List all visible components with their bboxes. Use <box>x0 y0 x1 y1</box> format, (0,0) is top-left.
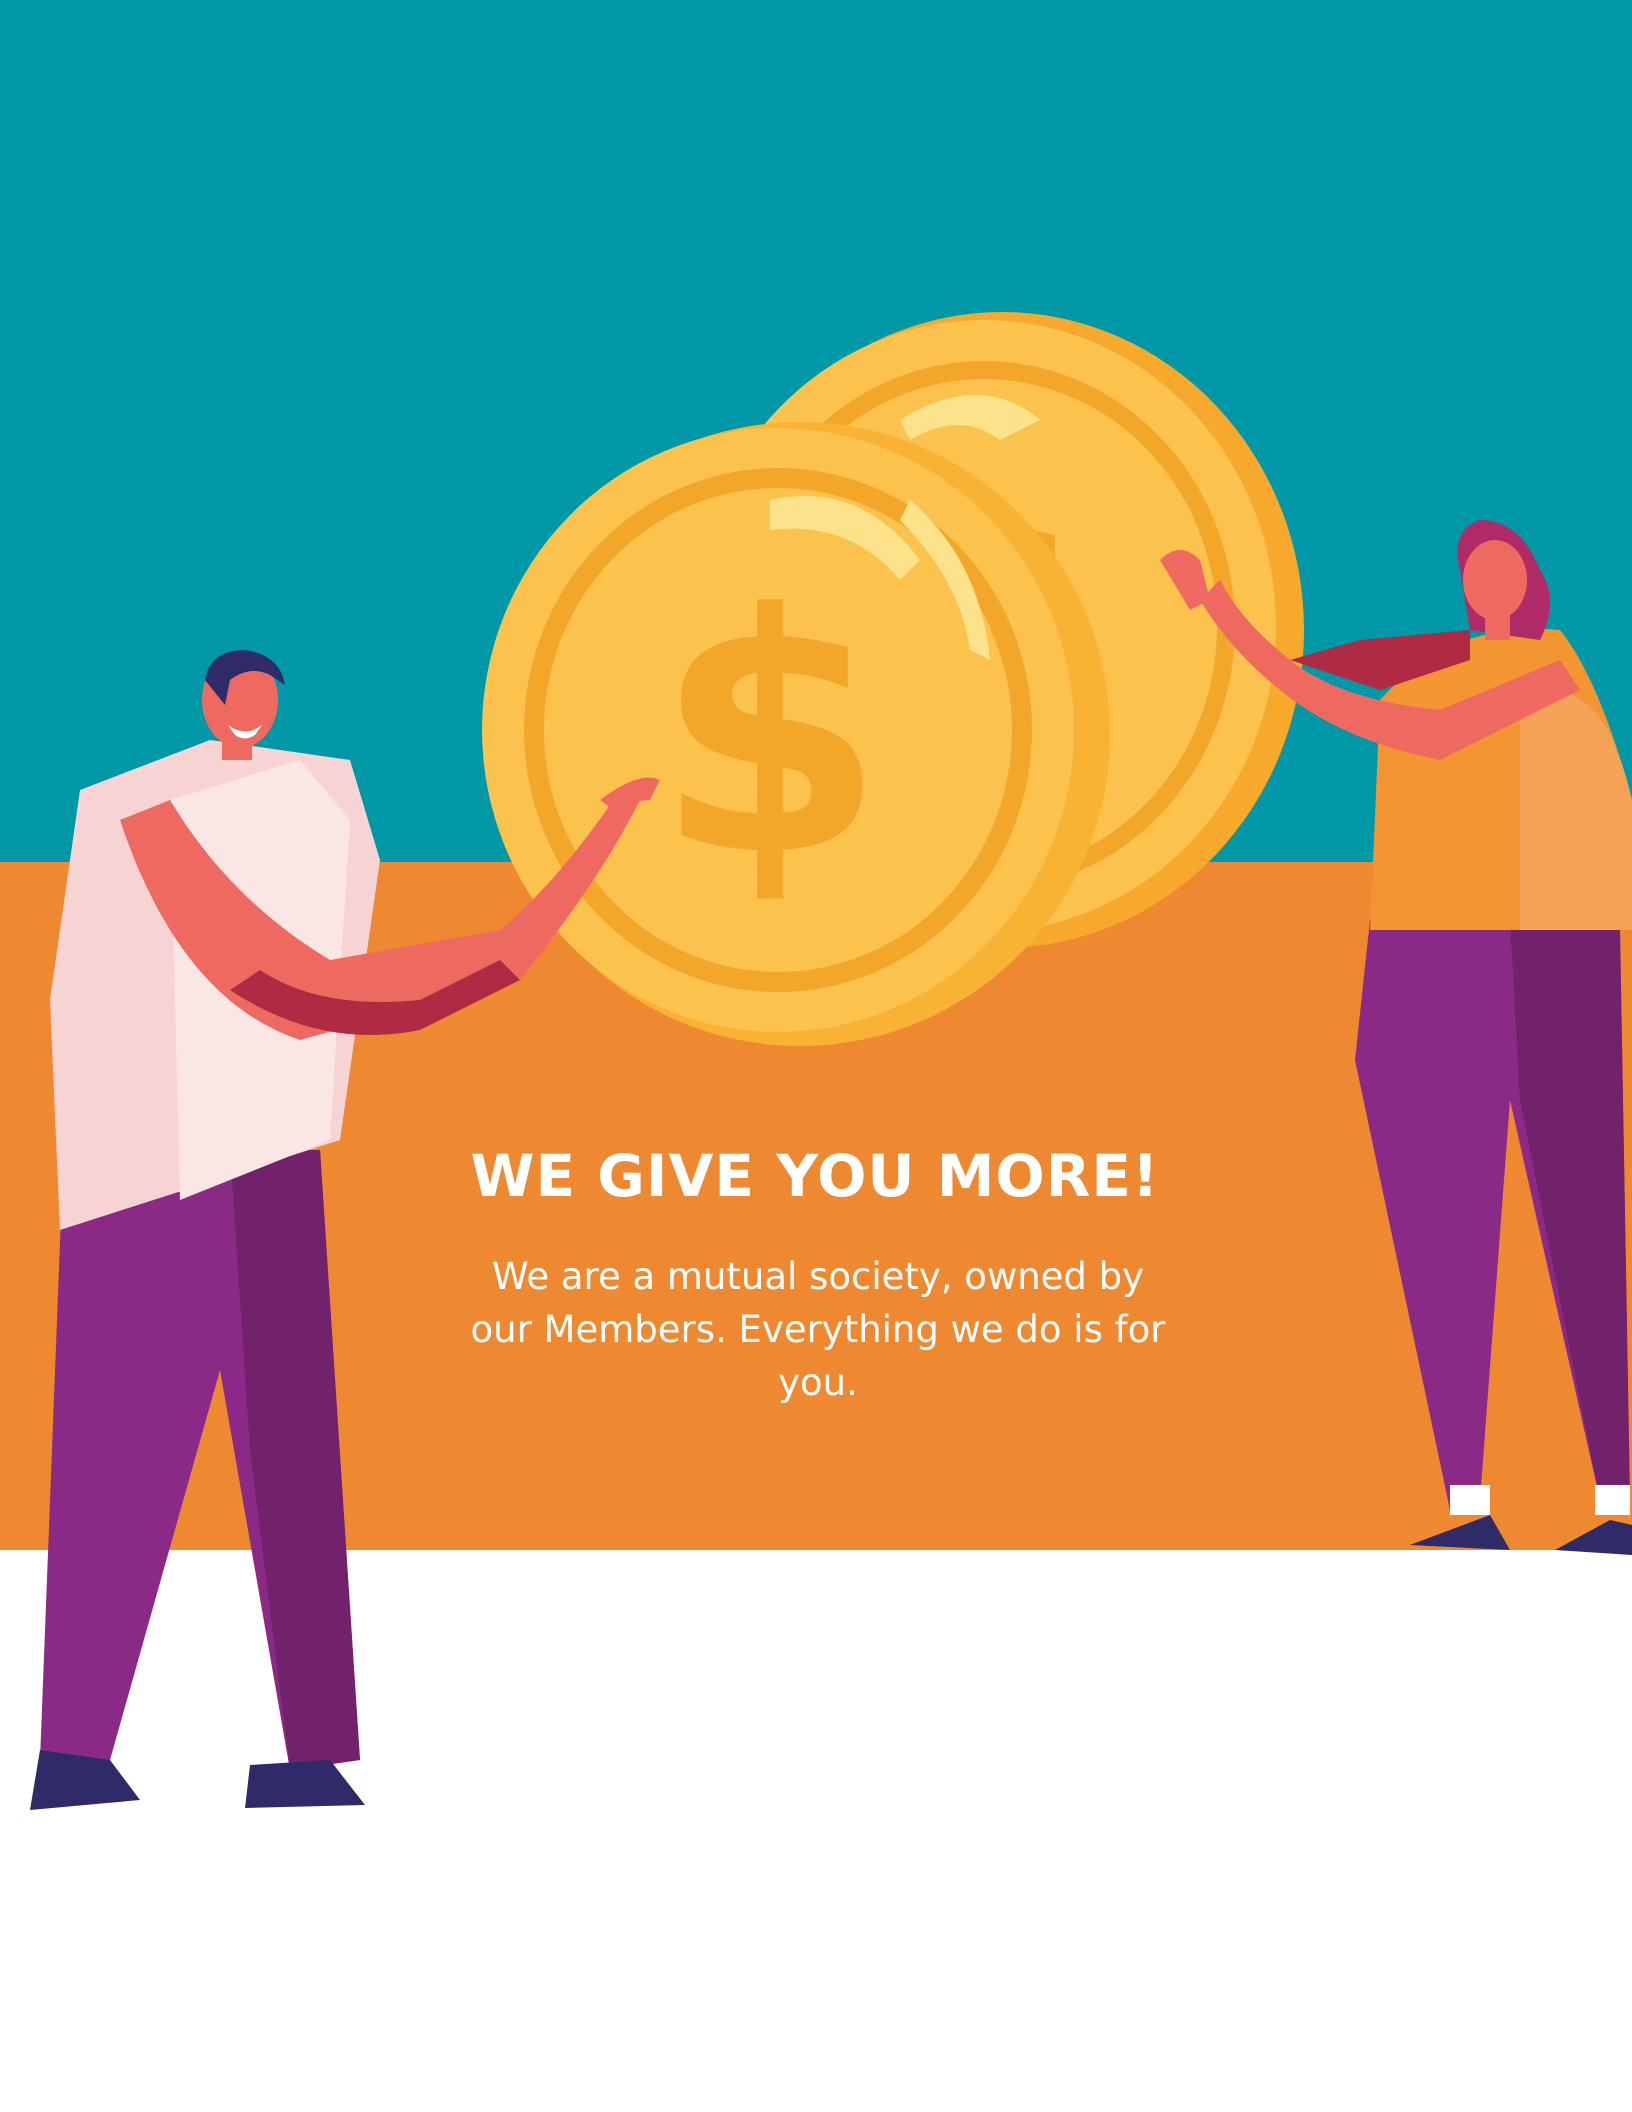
front-coin-icon: $ <box>482 422 1110 1046</box>
headline: WE GIVE YOU MORE! <box>470 1142 1160 1210</box>
illustration: $ $ <box>30 312 1632 1810</box>
svg-text:$: $ <box>655 544 885 928</box>
body-text: We are a mutual society, owned by our Me… <box>470 1255 1166 1404</box>
